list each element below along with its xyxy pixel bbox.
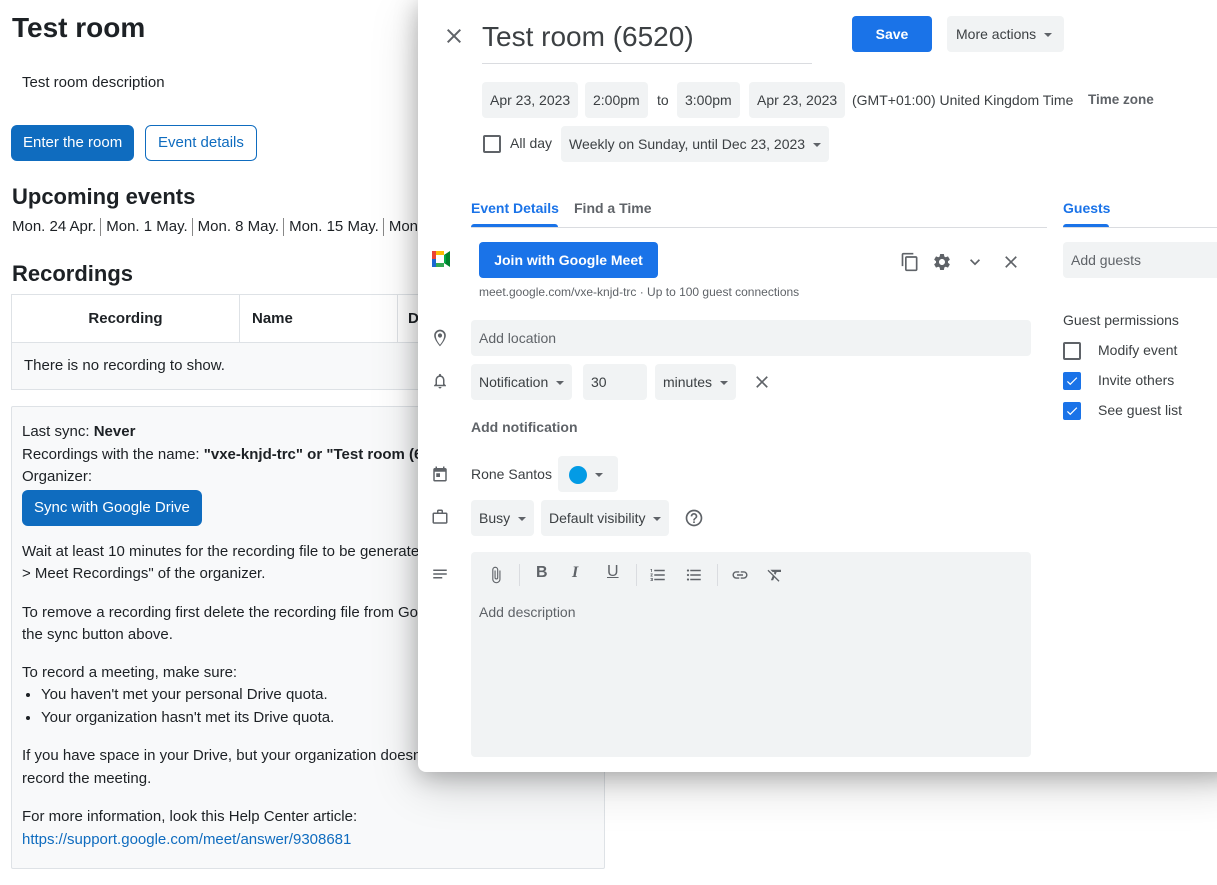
table-header: Recording Name D: [12, 295, 430, 343]
save-button[interactable]: Save: [852, 16, 932, 52]
briefcase-icon: [432, 509, 448, 524]
modify-event-label: Modify event: [1098, 342, 1178, 358]
start-time-field[interactable]: 2:00pm: [585, 82, 648, 118]
start-date-field[interactable]: Apr 23, 2023: [482, 82, 579, 118]
guest-permissions-heading: Guest permissions: [1063, 312, 1179, 328]
upcoming-events-list: Mon. 24 Apr. Mon. 1 May. Mon. 8 May. Mon. 1…: [12, 218, 418, 237]
page-description: Test room description: [22, 74, 165, 91]
enter-room-button[interactable]: Enter the room: [11, 125, 135, 161]
see-guest-list-label: See guest list: [1098, 402, 1183, 418]
column-header-name[interactable]: Name: [240, 295, 398, 342]
guests-divider: [1063, 227, 1217, 228]
description-lines-icon: [433, 569, 447, 579]
busy-dropdown[interactable]: Busy: [471, 500, 535, 536]
help-icon[interactable]: [684, 508, 704, 528]
bell-icon: [434, 373, 446, 389]
more-info-text: For more information, look this Help Cen…: [22, 808, 358, 825]
notification-unit-dropdown[interactable]: minutes: [655, 364, 737, 400]
calendar-color-dropdown[interactable]: [558, 456, 618, 492]
calendar-color-swatch: [569, 466, 587, 485]
notification-type-dropdown[interactable]: Notification: [471, 364, 573, 400]
calendar-owner-label: Rone Santos: [471, 466, 552, 482]
bold-icon[interactable]: B: [536, 564, 548, 582]
help-center-link[interactable]: https://support.google.com/meet/answer/9…: [22, 831, 351, 848]
column-header-recording[interactable]: Recording: [12, 295, 240, 342]
visibility-label: Default visibility: [549, 510, 646, 526]
all-day-checkbox[interactable]: [483, 135, 501, 153]
add-guests-input[interactable]: Add guests: [1063, 242, 1217, 278]
underline-icon[interactable]: U: [607, 563, 619, 581]
close-icon[interactable]: [1001, 252, 1021, 272]
tabs-divider: [471, 227, 1047, 228]
upcoming-events-heading: Upcoming events: [12, 184, 196, 209]
sync-google-drive-button[interactable]: Sync with Google Drive: [22, 489, 202, 526]
chevron-down-icon: [1044, 33, 1053, 38]
timezone-button[interactable]: Time zone: [1088, 92, 1154, 107]
add-notification-button[interactable]: Add notification: [471, 419, 578, 435]
tab-guests[interactable]: Guests: [1063, 198, 1110, 218]
recordings-table: Recording Name D There is no recording t…: [11, 294, 431, 390]
notification-value-input[interactable]: 30: [583, 364, 647, 400]
clear-formatting-icon[interactable]: [766, 566, 784, 584]
link-icon[interactable]: [730, 566, 750, 584]
description-placeholder: Add description: [479, 604, 576, 620]
chevron-down-icon: [595, 473, 603, 478]
notification-type-label: Notification: [479, 374, 549, 390]
tab-event-details[interactable]: Event Details: [471, 198, 559, 218]
upcoming-event[interactable]: Mon: [389, 218, 418, 235]
meet-link-text: meet.google.com/vxe-knjd-trc · Up to 100…: [479, 285, 800, 299]
invite-others-checkbox[interactable]: [1063, 372, 1081, 390]
join-google-meet-button[interactable]: Join with Google Meet: [479, 242, 658, 278]
end-date-field[interactable]: Apr 23, 2023: [749, 82, 846, 118]
all-day-label: All day: [510, 135, 553, 151]
chevron-down-icon: [556, 381, 565, 386]
empty-table-message: There is no recording to show.: [12, 343, 430, 389]
event-details-button[interactable]: Event details: [145, 125, 257, 161]
modify-event-checkbox[interactable]: [1063, 342, 1081, 360]
upcoming-event[interactable]: Mon. 15 May.: [289, 218, 379, 235]
description-editor[interactable]: B I U Add description: [471, 552, 1031, 757]
numbered-list-icon[interactable]: [649, 566, 667, 584]
tab-find-a-time[interactable]: Find a Time: [574, 198, 652, 218]
chevron-down-icon: [813, 143, 822, 148]
chevron-down-icon[interactable]: [965, 252, 985, 272]
close-icon[interactable]: [442, 24, 466, 48]
italic-icon[interactable]: I: [572, 564, 578, 582]
calendar-icon: [433, 466, 447, 482]
event-edit-dialog: Test room (6520) Save More actions Apr 2…: [418, 0, 1217, 772]
event-title-input[interactable]: Test room (6520): [482, 14, 812, 64]
copy-icon[interactable]: [900, 252, 920, 272]
chevron-down-icon: [653, 517, 662, 522]
bulleted-list-icon[interactable]: [685, 566, 703, 584]
busy-label: Busy: [479, 510, 511, 526]
recurrence-label: Weekly on Sunday, until Dec 23, 2023: [569, 136, 806, 152]
upcoming-event[interactable]: Mon. 24 Apr.: [12, 218, 96, 235]
notification-unit-label: minutes: [663, 374, 713, 390]
column-header-date[interactable]: D: [398, 295, 419, 342]
gear-icon[interactable]: [932, 252, 952, 272]
page-title: Test room: [12, 12, 146, 43]
chevron-down-icon: [518, 517, 527, 522]
timezone-label: (GMT+01:00) United Kingdom Time: [852, 92, 1074, 108]
remove-notification-icon[interactable]: [752, 372, 772, 392]
upcoming-event[interactable]: Mon. 1 May.: [106, 218, 187, 235]
chevron-down-icon: [720, 381, 729, 386]
upcoming-event[interactable]: Mon. 8 May.: [198, 218, 279, 235]
location-pin-icon: [434, 329, 446, 347]
attachment-icon[interactable]: [487, 566, 505, 584]
end-time-field[interactable]: 3:00pm: [677, 82, 740, 118]
to-label: to: [657, 92, 669, 108]
more-actions-button[interactable]: More actions: [947, 16, 1065, 52]
more-actions-label: More actions: [956, 26, 1037, 42]
invite-others-label: Invite others: [1098, 372, 1175, 388]
google-meet-icon: [432, 251, 450, 267]
see-guest-list-checkbox[interactable]: [1063, 402, 1081, 420]
visibility-dropdown[interactable]: Default visibility: [541, 500, 670, 536]
recurrence-dropdown[interactable]: Weekly on Sunday, until Dec 23, 2023: [561, 126, 830, 162]
recordings-heading: Recordings: [12, 261, 134, 286]
location-input[interactable]: Add location: [471, 320, 1031, 356]
